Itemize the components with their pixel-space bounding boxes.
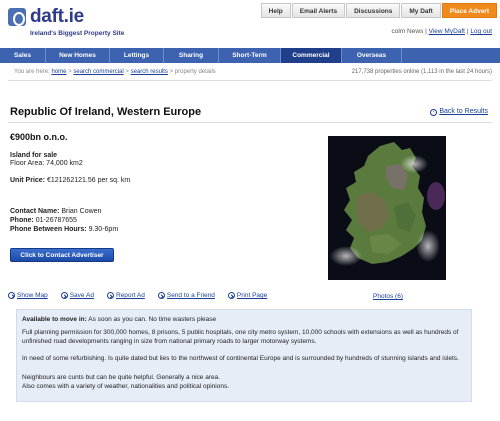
- contact-name-label: Contact Name:: [10, 208, 60, 215]
- listing-status: Island for sale: [10, 152, 57, 159]
- ireland-satellite-image: [328, 136, 446, 280]
- help-link[interactable]: Help: [260, 3, 291, 18]
- availability: Available to move in: As soon as you can…: [22, 316, 468, 325]
- back-to-results-label: Back to Results: [439, 108, 488, 115]
- show-map-action[interactable]: Show Map: [8, 292, 48, 299]
- place-advert-button[interactable]: Place Advert: [441, 3, 497, 18]
- phone-label: Phone:: [10, 217, 34, 224]
- brand-name: daft.ie: [30, 6, 84, 27]
- contact-hours: Phone Between Hours: 9.30-6pm: [10, 226, 118, 233]
- contact-advertiser-button[interactable]: Click to Contact Advertiser: [10, 248, 114, 262]
- availability-label: Available to move in:: [22, 316, 87, 323]
- breadcrumb-prefix: You are here:: [14, 69, 50, 75]
- arrow-circle-icon: [60, 292, 68, 299]
- phone-value: 01-26787655: [35, 217, 77, 224]
- send-to-friend-action[interactable]: Send to a Friend: [157, 292, 215, 299]
- arrow-circle-icon: [157, 292, 165, 299]
- save-ad-action[interactable]: Save Ad: [60, 292, 94, 299]
- breadcrumb: You are here: home > search commercial >…: [14, 69, 216, 75]
- print-page-action[interactable]: Print Page: [227, 292, 268, 299]
- hours-label: Phone Between Hours:: [10, 226, 87, 233]
- listing-price: €900bn o.n.o.: [10, 132, 68, 142]
- breadcrumb-current: > property details: [169, 69, 216, 75]
- nav-sharing[interactable]: Sharing: [164, 48, 219, 63]
- show-map-label: Show Map: [17, 292, 48, 299]
- unit-price: Unit Price: €121262121.56 per sq. km: [10, 177, 130, 184]
- save-ad-label: Save Ad: [69, 292, 94, 299]
- send-to-friend-label: Send to a Friend: [166, 292, 215, 299]
- status-text: Island for sale: [10, 152, 58, 159]
- arrow-circle-icon: [106, 292, 114, 299]
- breadcrumb-search-commercial[interactable]: search commercial: [73, 69, 123, 75]
- photos-link[interactable]: Photos (6): [373, 293, 403, 300]
- discussions-link[interactable]: Discussions: [346, 3, 401, 18]
- main-nav: Sales New Homes Lettings Sharing Short-T…: [0, 48, 500, 63]
- print-page-label: Print Page: [236, 292, 268, 299]
- nav-sales[interactable]: Sales: [0, 48, 46, 63]
- nav-short-term[interactable]: Short-Term: [219, 48, 281, 63]
- description-paragraph: Also comes with a variety of weather, na…: [22, 383, 230, 390]
- user-links: colm News | View MyDaft | Log out: [392, 28, 492, 35]
- back-to-results-link[interactable]: ‹ Back to Results: [430, 108, 488, 116]
- logout-link[interactable]: Log out: [470, 28, 492, 35]
- floor-area: Floor Area: 74,000 km2: [10, 160, 83, 167]
- description-paragraph: Neighbours are cunts but can be quite he…: [22, 374, 221, 381]
- arrow-circle-icon: [227, 292, 235, 299]
- brand-tagline: Ireland's Biggest Property Site: [30, 30, 125, 37]
- description-paragraph: In need of some refurbishing. Is quite d…: [22, 355, 459, 362]
- unit-price-label: Unit Price:: [10, 177, 46, 184]
- hours-value: 9.30-6pm: [88, 226, 119, 233]
- my-daft-link[interactable]: My Daft: [401, 3, 441, 18]
- contact-name-value: Brian Cowen: [61, 208, 102, 215]
- email-alerts-link[interactable]: Email Alerts: [291, 3, 346, 18]
- back-arrow-icon: ‹: [430, 109, 438, 116]
- listing-actions: Show Map Save Ad Report Ad Send to a Fri…: [8, 292, 280, 299]
- report-ad-action[interactable]: Report Ad: [106, 292, 145, 299]
- nav-commercial[interactable]: Commercial: [281, 48, 342, 63]
- description-paragraph: Full planning permission for 300,000 hom…: [22, 329, 459, 345]
- view-mydaft-link[interactable]: View MyDaft: [429, 28, 465, 35]
- availability-value: As soon as you can. No time wasters plea…: [88, 316, 217, 323]
- daft-logo-icon: [8, 8, 26, 26]
- breadcrumb-home[interactable]: home: [51, 69, 66, 75]
- contact-name: Contact Name: Brian Cowen: [10, 208, 101, 215]
- breadcrumb-search-results[interactable]: search results: [131, 69, 168, 75]
- report-ad-label: Report Ad: [115, 292, 145, 299]
- listing-title: Republic Of Ireland, Western Europe: [10, 106, 202, 118]
- divider: [8, 122, 492, 123]
- daft-logo[interactable]: daft.ie Ireland's Biggest Property Site: [8, 6, 138, 42]
- description-box: Available to move in: As soon as you can…: [16, 309, 472, 402]
- breadcrumb-separator: >: [68, 69, 72, 75]
- divider: [8, 80, 492, 81]
- username: colm News: [391, 28, 424, 35]
- contact-phone: Phone: 01-26787655: [10, 217, 77, 224]
- top-links: Help Email Alerts Discussions My Daft Pl…: [260, 3, 497, 18]
- properties-online-count: 217,738 properties online (1,113 in the …: [351, 69, 492, 75]
- unit-price-value: €121262121.56 per sq. km: [46, 177, 131, 184]
- nav-overseas[interactable]: Overseas: [342, 48, 402, 63]
- nav-new-homes[interactable]: New Homes: [46, 48, 110, 63]
- arrow-circle-icon: [8, 292, 15, 299]
- nav-lettings[interactable]: Lettings: [110, 48, 164, 63]
- breadcrumb-separator: >: [125, 69, 129, 75]
- property-photo[interactable]: [328, 136, 446, 280]
- site-header: daft.ie Ireland's Biggest Property Site …: [0, 0, 500, 46]
